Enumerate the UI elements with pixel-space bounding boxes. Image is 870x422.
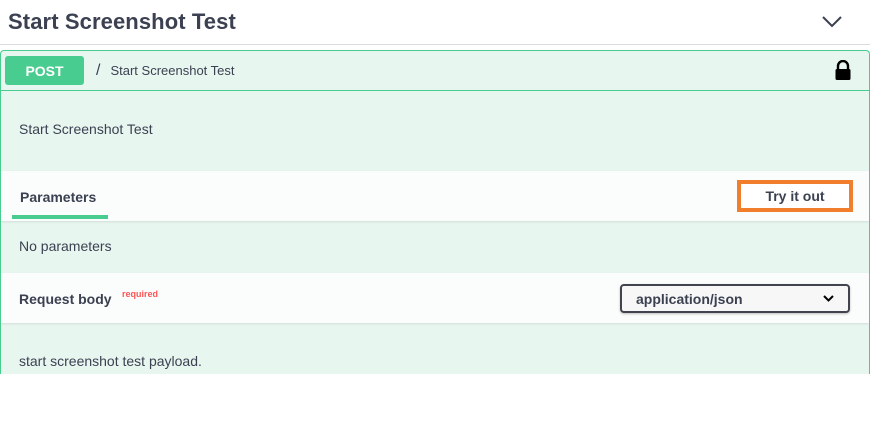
path-separator: / — [96, 61, 101, 79]
expand-toggle-button[interactable] — [812, 7, 852, 37]
authorize-lock-button[interactable] — [833, 59, 853, 82]
content-type-select[interactable]: application/json — [620, 284, 850, 313]
operation-block: POST / Start Screenshot Test Start Scree… — [0, 50, 870, 374]
tag-title[interactable]: Start Screenshot Test — [8, 9, 236, 35]
request-body-description: start screenshot test payload. — [19, 353, 202, 369]
operation-description: Start Screenshot Test — [19, 121, 153, 137]
operation-summary[interactable]: POST / Start Screenshot Test — [1, 51, 869, 91]
chevron-down-icon — [822, 16, 842, 28]
required-label: required — [122, 289, 159, 299]
parameters-header: Parameters Try it out — [1, 171, 869, 221]
tag-header[interactable]: Start Screenshot Test — [0, 0, 870, 45]
request-body-title: Request body — [19, 291, 112, 307]
operation-path: Start Screenshot Test — [110, 63, 235, 78]
try-it-out-button[interactable]: Try it out — [737, 180, 853, 212]
lock-icon — [835, 59, 851, 80]
tab-parameters[interactable]: Parameters — [12, 171, 108, 219]
no-parameters-text: No parameters — [19, 238, 112, 254]
request-body-header: Request body required application/json — [1, 273, 869, 323]
tab-parameters-label: Parameters — [20, 189, 97, 205]
content-type-value: application/json — [636, 290, 743, 307]
method-badge: POST — [5, 56, 84, 85]
chevron-down-icon — [823, 295, 834, 302]
